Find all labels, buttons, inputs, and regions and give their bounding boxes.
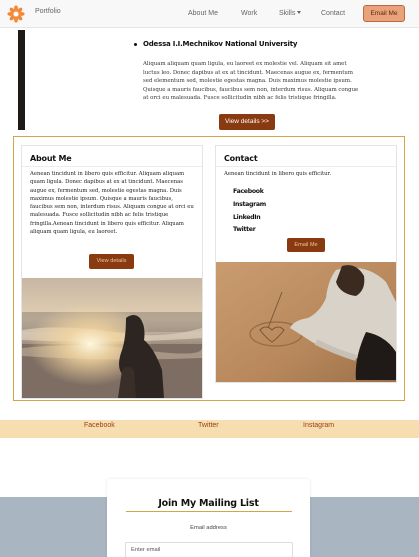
email-label: Email address [190, 525, 227, 531]
navbar: Portfolio About Me Work Skills Contact E… [0, 0, 419, 28]
nav-skills-dropdown[interactable]: Skills [279, 10, 302, 17]
contact-instagram-link[interactable]: Instagram [233, 199, 266, 212]
mailing-title: Join My Mailing List [158, 498, 259, 509]
nav-contact[interactable]: Contact [321, 10, 345, 17]
contact-text: Aenean tincidunt in libero quis efficitu… [224, 171, 332, 177]
experience-description: Aliquam aliquam quam ligula, eu laoreet … [143, 61, 359, 102]
brand-name[interactable]: Portfolio [35, 8, 61, 15]
view-details-button[interactable]: View details >> [219, 114, 275, 130]
flower-logo-icon[interactable] [7, 5, 25, 23]
about-text: Aenean tincidunt in libero quis efficitu… [30, 171, 194, 236]
beach-sunset-image [22, 278, 202, 398]
contact-linkedin-link[interactable]: LinkedIn [233, 212, 266, 225]
mailing-underline [126, 511, 292, 512]
about-view-details-button[interactable]: View details [89, 254, 134, 269]
divider [216, 166, 396, 167]
university-title: Odessa I.I.Mechnikov National University [143, 40, 298, 48]
email-me-button[interactable]: Email Me [363, 5, 405, 22]
contact-title: Contact [224, 154, 258, 163]
about-title: About Me [30, 154, 72, 163]
nav-work[interactable]: Work [241, 10, 257, 17]
email-input[interactable]: Enter email [125, 542, 293, 557]
nav-about-me[interactable]: About Me [188, 10, 218, 17]
contact-social-list: Facebook Instagram LinkedIn Twitter [233, 186, 266, 237]
contact-twitter-link[interactable]: Twitter [233, 224, 266, 237]
caret-down-icon [297, 11, 302, 14]
footer-instagram-link[interactable]: Instagram [303, 422, 334, 429]
contact-email-me-button[interactable]: Email Me [287, 238, 325, 252]
bullet-icon [134, 43, 137, 46]
footer-facebook-link[interactable]: Facebook [84, 422, 115, 429]
sand-drawing-image [216, 262, 396, 382]
footer-twitter-link[interactable]: Twitter [198, 422, 219, 429]
divider [22, 166, 202, 167]
beach-photo [22, 278, 202, 398]
nav-skills-label: Skills [279, 10, 296, 17]
contact-facebook-link[interactable]: Facebook [233, 186, 266, 199]
timeline-bar [18, 30, 25, 130]
sand-drawing-photo [216, 262, 396, 382]
